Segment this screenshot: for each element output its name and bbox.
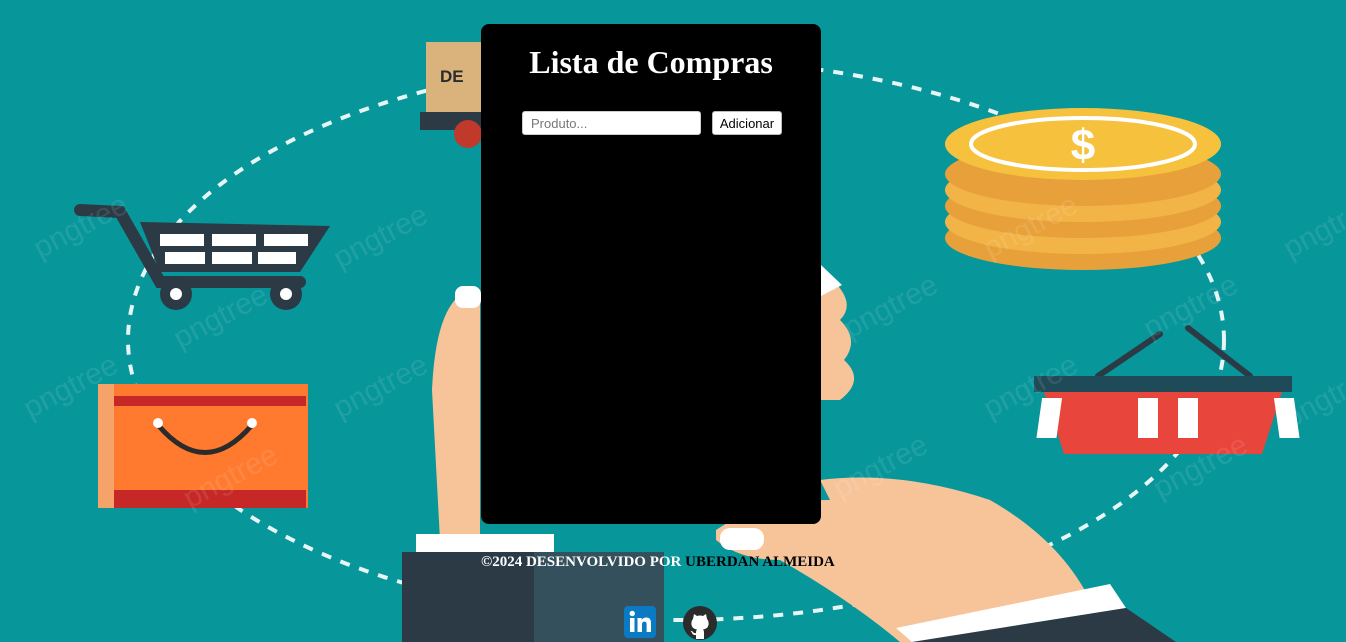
author-link[interactable]: UBERDAN ALMEIDA [685,554,835,570]
github-icon [683,606,717,640]
basket-icon [1034,325,1300,454]
coins-stack-icon: $ [945,108,1221,270]
linkedin-icon [624,606,656,638]
svg-text:$: $ [1071,121,1095,170]
linkedin-link[interactable] [624,606,656,638]
github-link[interactable] [683,606,717,640]
footer-credit: ©2024 DESENVOLVIDO POR UBERDAN ALMEIDA [481,554,835,571]
footer-prefix: ©2024 DESENVOLVIDO POR [481,554,686,570]
add-product-button[interactable]: Adicionar [712,111,782,135]
product-input[interactable] [522,111,701,135]
shopping-cart-icon [74,204,330,310]
page-title: Lista de Compras [529,44,773,80]
box-label: DE [440,67,464,86]
shopping-list-card: Lista de Compras Adicionar [481,24,821,524]
shopping-bag-icon [98,384,308,508]
